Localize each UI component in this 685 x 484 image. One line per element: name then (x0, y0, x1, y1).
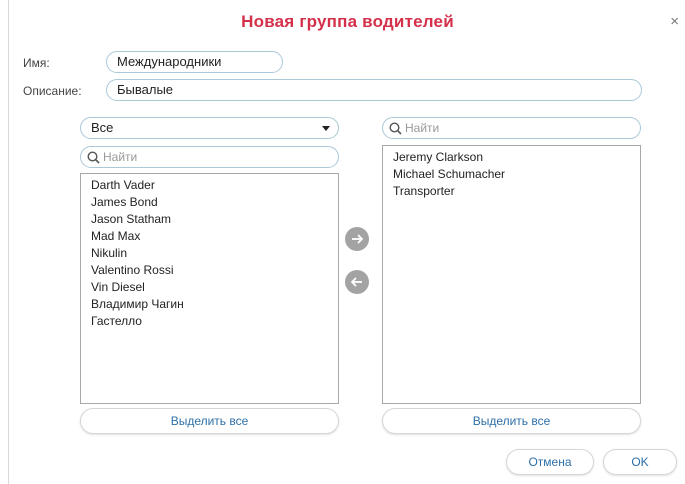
right-search-placeholder: Найти (405, 121, 440, 135)
arrow-left-icon (350, 277, 362, 287)
arrow-right-icon (352, 234, 364, 244)
search-icon (87, 151, 100, 164)
left-select-all-button[interactable]: Выделить все (80, 408, 339, 434)
list-item[interactable]: Vin Diesel (91, 279, 328, 296)
filter-select-value: Все (91, 120, 114, 135)
list-item[interactable]: Valentino Rossi (91, 262, 328, 279)
chevron-down-icon (322, 126, 330, 131)
description-label: Описание: (23, 84, 82, 98)
list-item[interactable]: Владимир Чагин (91, 296, 328, 313)
right-search-input[interactable]: Найти (382, 117, 641, 139)
remove-from-group-button[interactable] (345, 270, 369, 294)
ok-button[interactable]: OK (603, 449, 677, 475)
close-icon[interactable]: × (670, 14, 679, 30)
left-search-input[interactable]: Найти (80, 146, 339, 168)
new-driver-group-dialog: Новая группа водителей × Имя: Международ… (8, 0, 685, 484)
available-drivers-list[interactable]: Darth Vader James Bond Jason Statham Mad Ma… (80, 173, 339, 404)
list-item[interactable]: Nikulin (91, 245, 328, 262)
name-field[interactable]: Международники (106, 51, 283, 73)
list-item[interactable]: Jason Statham (91, 211, 328, 228)
list-item[interactable]: James Bond (91, 194, 328, 211)
list-item[interactable]: Mad Max (91, 228, 328, 245)
left-search-placeholder: Найти (103, 150, 138, 164)
description-field[interactable]: Бывалые (106, 79, 642, 101)
filter-select[interactable]: Все (80, 117, 339, 139)
add-to-group-button[interactable] (345, 227, 369, 251)
dialog-title: Новая группа водителей (241, 12, 454, 31)
name-label: Имя: (23, 56, 50, 70)
cancel-button[interactable]: Отмена (506, 449, 594, 475)
search-icon (389, 122, 402, 135)
list-item[interactable]: Darth Vader (91, 177, 328, 194)
group-members-list[interactable]: Jeremy Clarkson Michael Schumacher Transpo… (382, 145, 641, 404)
right-select-all-button[interactable]: Выделить все (382, 408, 641, 434)
list-item[interactable]: Michael Schumacher (393, 166, 630, 183)
list-item[interactable]: Jeremy Clarkson (393, 149, 630, 166)
list-item[interactable]: Transporter (393, 183, 630, 200)
list-item[interactable]: Гастелло (91, 313, 328, 330)
